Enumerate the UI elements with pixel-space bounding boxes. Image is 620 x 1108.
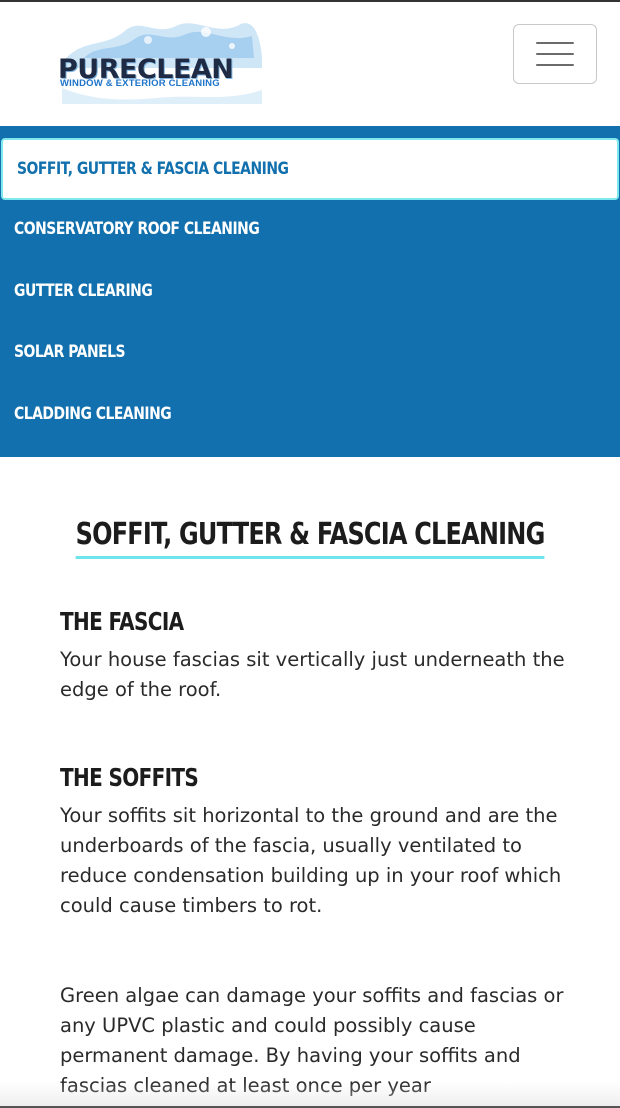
nav-item-label: Cladding Cleaning	[14, 404, 172, 424]
section-body-soffits: Your soffits sit horizontal to the groun…	[60, 804, 562, 917]
main-content: Soffit, Gutter & Fascia Cleaning The Fas…	[0, 457, 620, 1108]
menu-toggle-button[interactable]	[513, 24, 597, 84]
nav-item-cladding-cleaning[interactable]: Cladding Cleaning	[0, 383, 620, 445]
nav-item-label: Soffit, Gutter & Fascia Cleaning	[17, 159, 289, 179]
page-title: Soffit, Gutter & Fascia Cleaning	[75, 517, 545, 559]
bottom-fade	[0, 1082, 620, 1108]
brand-logo[interactable]: PURECLEAN WINDOW & EXTERIOR CLEANING	[56, 18, 264, 104]
logo-tagline: WINDOW & EXTERIOR CLEANING	[60, 78, 220, 89]
nav-item-soffit-gutter-fascia[interactable]: Soffit, Gutter & Fascia Cleaning	[1, 138, 619, 200]
section-body-fascia: Your house fascias sit vertically just u…	[60, 648, 565, 701]
nav-item-label: Gutter Clearing	[14, 281, 153, 301]
nav-item-conservatory-roof[interactable]: Conservatory Roof Cleaning	[0, 198, 620, 260]
service-nav: Soffit, Gutter & Fascia Cleaning Conserv…	[0, 126, 620, 457]
site-header: PURECLEAN WINDOW & EXTERIOR CLEANING	[0, 2, 620, 126]
hamburger-icon	[536, 40, 574, 68]
nav-item-solar-panels[interactable]: Solar Panels	[0, 321, 620, 383]
page-title-wrap: Soffit, Gutter & Fascia Cleaning	[0, 517, 620, 559]
section-heading-soffits: The Soffits	[60, 763, 199, 792]
nav-item-label: Solar Panels	[14, 342, 126, 362]
nav-item-label: Conservatory Roof Cleaning	[14, 219, 260, 239]
nav-item-gutter-clearing[interactable]: Gutter Clearing	[0, 260, 620, 322]
section-heading-fascia: The Fascia	[60, 607, 184, 636]
